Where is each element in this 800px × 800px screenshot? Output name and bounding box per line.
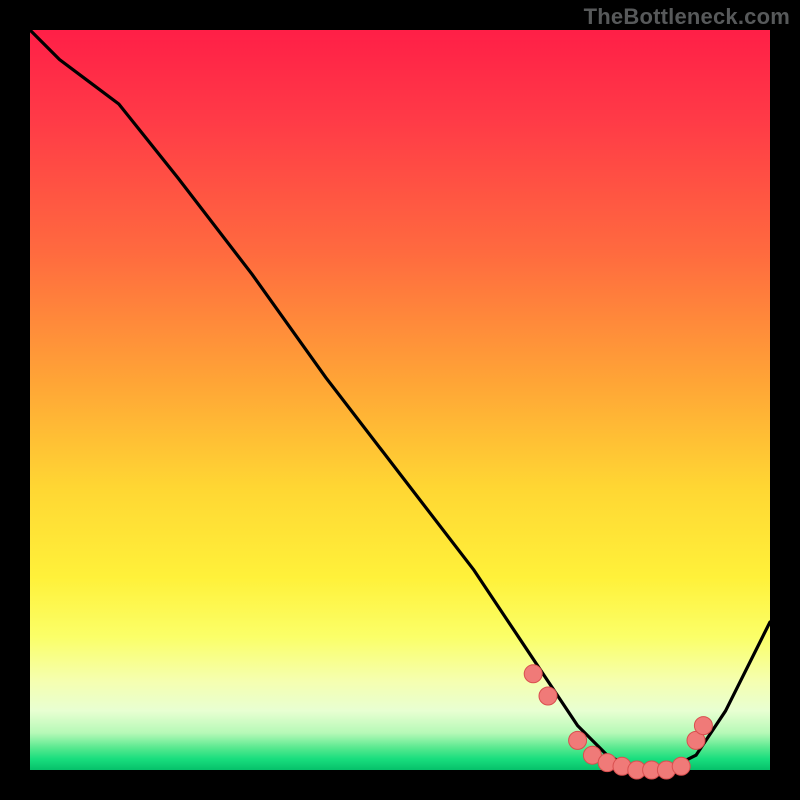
chart-container: TheBottleneck.com — [0, 0, 800, 800]
data-marker — [694, 717, 712, 735]
data-marker — [672, 757, 690, 775]
data-marker — [569, 731, 587, 749]
data-markers — [524, 665, 712, 779]
attribution-text: TheBottleneck.com — [584, 4, 790, 30]
curve-layer — [30, 30, 770, 770]
plot-area — [30, 30, 770, 770]
data-marker — [524, 665, 542, 683]
bottleneck-curve — [30, 30, 770, 770]
data-marker — [539, 687, 557, 705]
